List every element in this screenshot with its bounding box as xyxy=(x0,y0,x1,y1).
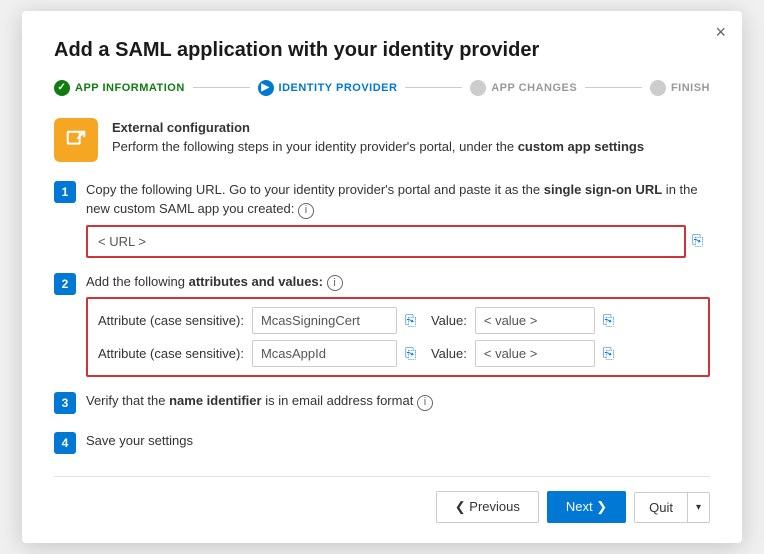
previous-button[interactable]: ❮ Previous xyxy=(436,491,539,523)
copy-value-2-icon[interactable]: ⎘ xyxy=(603,345,621,363)
step-number-3: 3 xyxy=(54,392,76,414)
step-icon-identity-provider: ▶ xyxy=(258,80,274,96)
step-icon-app-info: ✓ xyxy=(54,80,70,96)
attr-label-1: Attribute (case sensitive): xyxy=(98,313,244,328)
attributes-group: Attribute (case sensitive): ⎘ Value: ⎘ A… xyxy=(86,297,710,377)
attr-label-2: Attribute (case sensitive): xyxy=(98,346,244,361)
copy-attr-2-icon[interactable]: ⎘ xyxy=(405,345,423,363)
close-button[interactable]: × xyxy=(715,23,726,41)
quit-dropdown-arrow[interactable]: ▾ xyxy=(687,493,709,522)
step-1-desc: Copy the following URL. Go to your ident… xyxy=(86,180,710,219)
value-label-1: Value: xyxy=(431,313,467,328)
step-label-identity-provider: IDENTITY PROVIDER xyxy=(279,82,398,94)
url-row: ⎘ xyxy=(86,225,710,258)
step-line-3 xyxy=(585,87,642,88)
copy-attr-1-icon[interactable]: ⎘ xyxy=(405,312,423,330)
step-line-2 xyxy=(405,87,462,88)
external-config-text: External configuration Perform the follo… xyxy=(112,118,644,157)
step-1-info-icon[interactable]: i xyxy=(298,203,314,219)
copy-value-1-icon[interactable]: ⎘ xyxy=(603,312,621,330)
step-3-info-icon[interactable]: i xyxy=(417,395,433,411)
external-link-icon xyxy=(65,129,87,151)
step-app-changes: APP CHANGES xyxy=(470,80,577,96)
value-label-2: Value: xyxy=(431,346,467,361)
quit-split-button: Quit ▾ xyxy=(634,492,710,523)
step-2-desc: Add the following attributes and values:… xyxy=(86,272,710,292)
attr-row-2: Attribute (case sensitive): ⎘ Value: ⎘ xyxy=(98,340,698,367)
step-number-1: 1 xyxy=(54,181,76,203)
external-config-title: External configuration xyxy=(112,118,644,138)
attr-value-field-2[interactable] xyxy=(475,340,595,367)
step-number-2: 2 xyxy=(54,273,76,295)
dialog-title: Add a SAML application with your identit… xyxy=(54,39,710,62)
step-identity-provider: ▶ IDENTITY PROVIDER xyxy=(258,80,398,96)
step-content-2: Add the following attributes and values:… xyxy=(86,272,710,378)
external-config-icon xyxy=(54,118,98,162)
step-label-app-changes: APP CHANGES xyxy=(491,82,577,94)
progress-bar: ✓ APP INFORMATION ▶ IDENTITY PROVIDER AP… xyxy=(54,80,710,96)
step-app-info: ✓ APP INFORMATION xyxy=(54,80,185,96)
step-icon-finish xyxy=(650,80,666,96)
step-4-desc: Save your settings xyxy=(86,431,710,451)
external-config-desc: Perform the following steps in your iden… xyxy=(112,137,644,157)
external-config-section: External configuration Perform the follo… xyxy=(54,118,710,162)
step-item-4: 4 Save your settings xyxy=(54,431,710,457)
step-number-4: 4 xyxy=(54,432,76,454)
step-content-3: Verify that the name identifier is in em… xyxy=(86,391,710,417)
step-label-app-info: APP INFORMATION xyxy=(75,82,185,94)
step-item-1: 1 Copy the following URL. Go to your ide… xyxy=(54,180,710,258)
step-item-2: 2 Add the following attributes and value… xyxy=(54,272,710,378)
step-icon-app-changes xyxy=(470,80,486,96)
step-line-1 xyxy=(193,87,250,88)
footer: ❮ Previous Next ❯ Quit ▾ xyxy=(54,476,710,523)
attr-row-1: Attribute (case sensitive): ⎘ Value: ⎘ xyxy=(98,307,698,334)
step-label-finish: FINISH xyxy=(671,82,710,94)
steps-list: 1 Copy the following URL. Go to your ide… xyxy=(54,180,710,457)
step-item-3: 3 Verify that the name identifier is in … xyxy=(54,391,710,417)
attr-field-1[interactable] xyxy=(252,307,397,334)
next-button[interactable]: Next ❯ xyxy=(547,491,626,523)
copy-url-icon[interactable]: ⎘ xyxy=(692,232,710,250)
attr-value-field-1[interactable] xyxy=(475,307,595,334)
step-finish: FINISH xyxy=(650,80,710,96)
step-2-info-icon[interactable]: i xyxy=(327,275,343,291)
saml-dialog: × Add a SAML application with your ident… xyxy=(22,11,742,544)
step-content-4: Save your settings xyxy=(86,431,710,457)
attr-field-2[interactable] xyxy=(252,340,397,367)
url-field[interactable] xyxy=(86,225,686,258)
step-content-1: Copy the following URL. Go to your ident… xyxy=(86,180,710,258)
quit-button[interactable]: Quit xyxy=(635,493,687,522)
step-3-desc: Verify that the name identifier is in em… xyxy=(86,391,710,411)
